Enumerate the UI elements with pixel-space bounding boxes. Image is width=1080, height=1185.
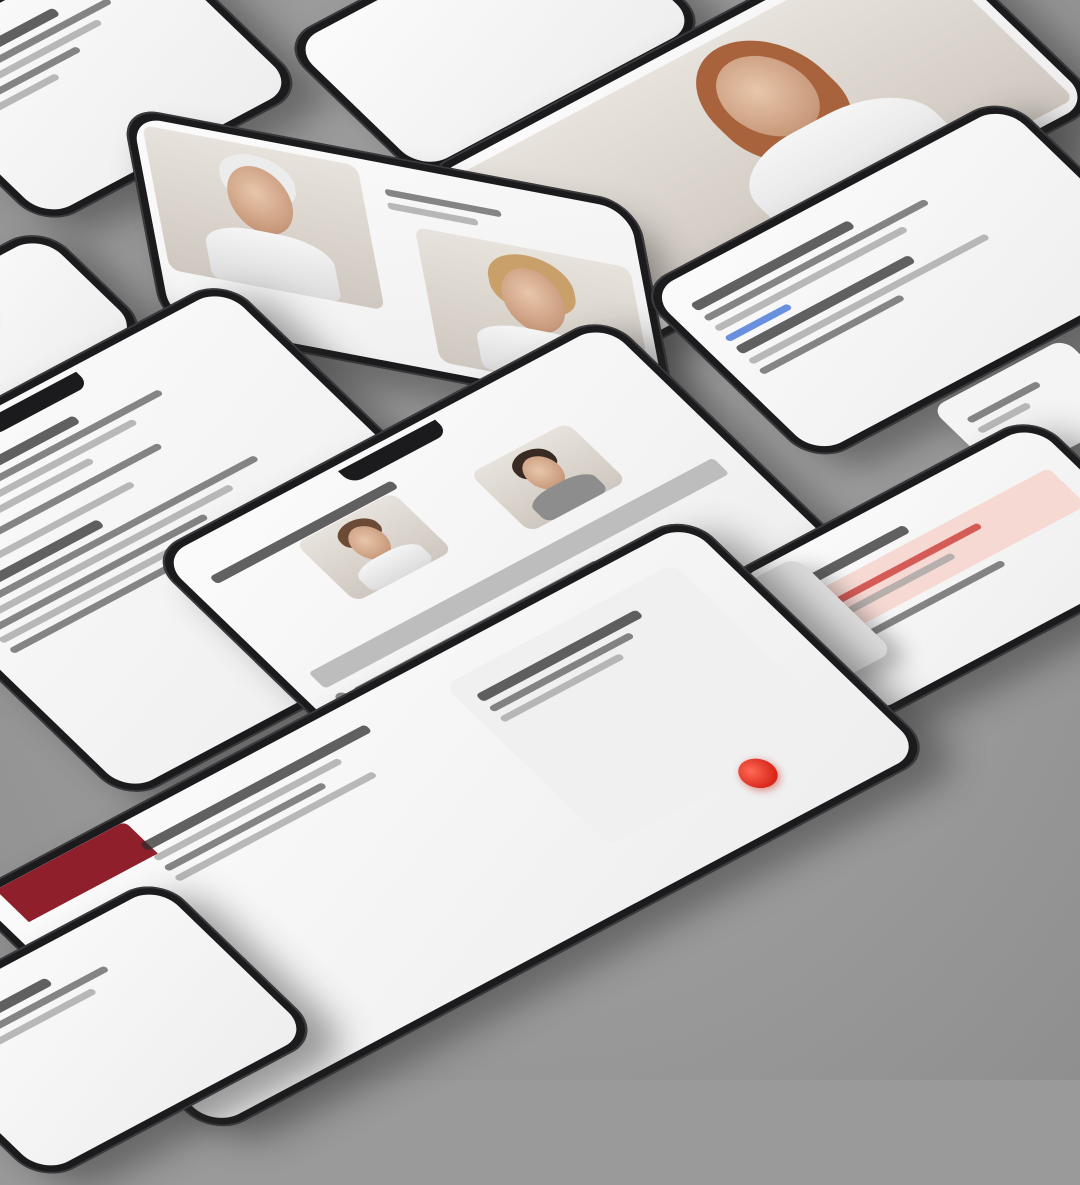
text-line <box>173 771 378 882</box>
mockup-scene <box>0 0 1080 1185</box>
video-tile-1 <box>142 124 385 311</box>
person-figure <box>187 143 342 303</box>
